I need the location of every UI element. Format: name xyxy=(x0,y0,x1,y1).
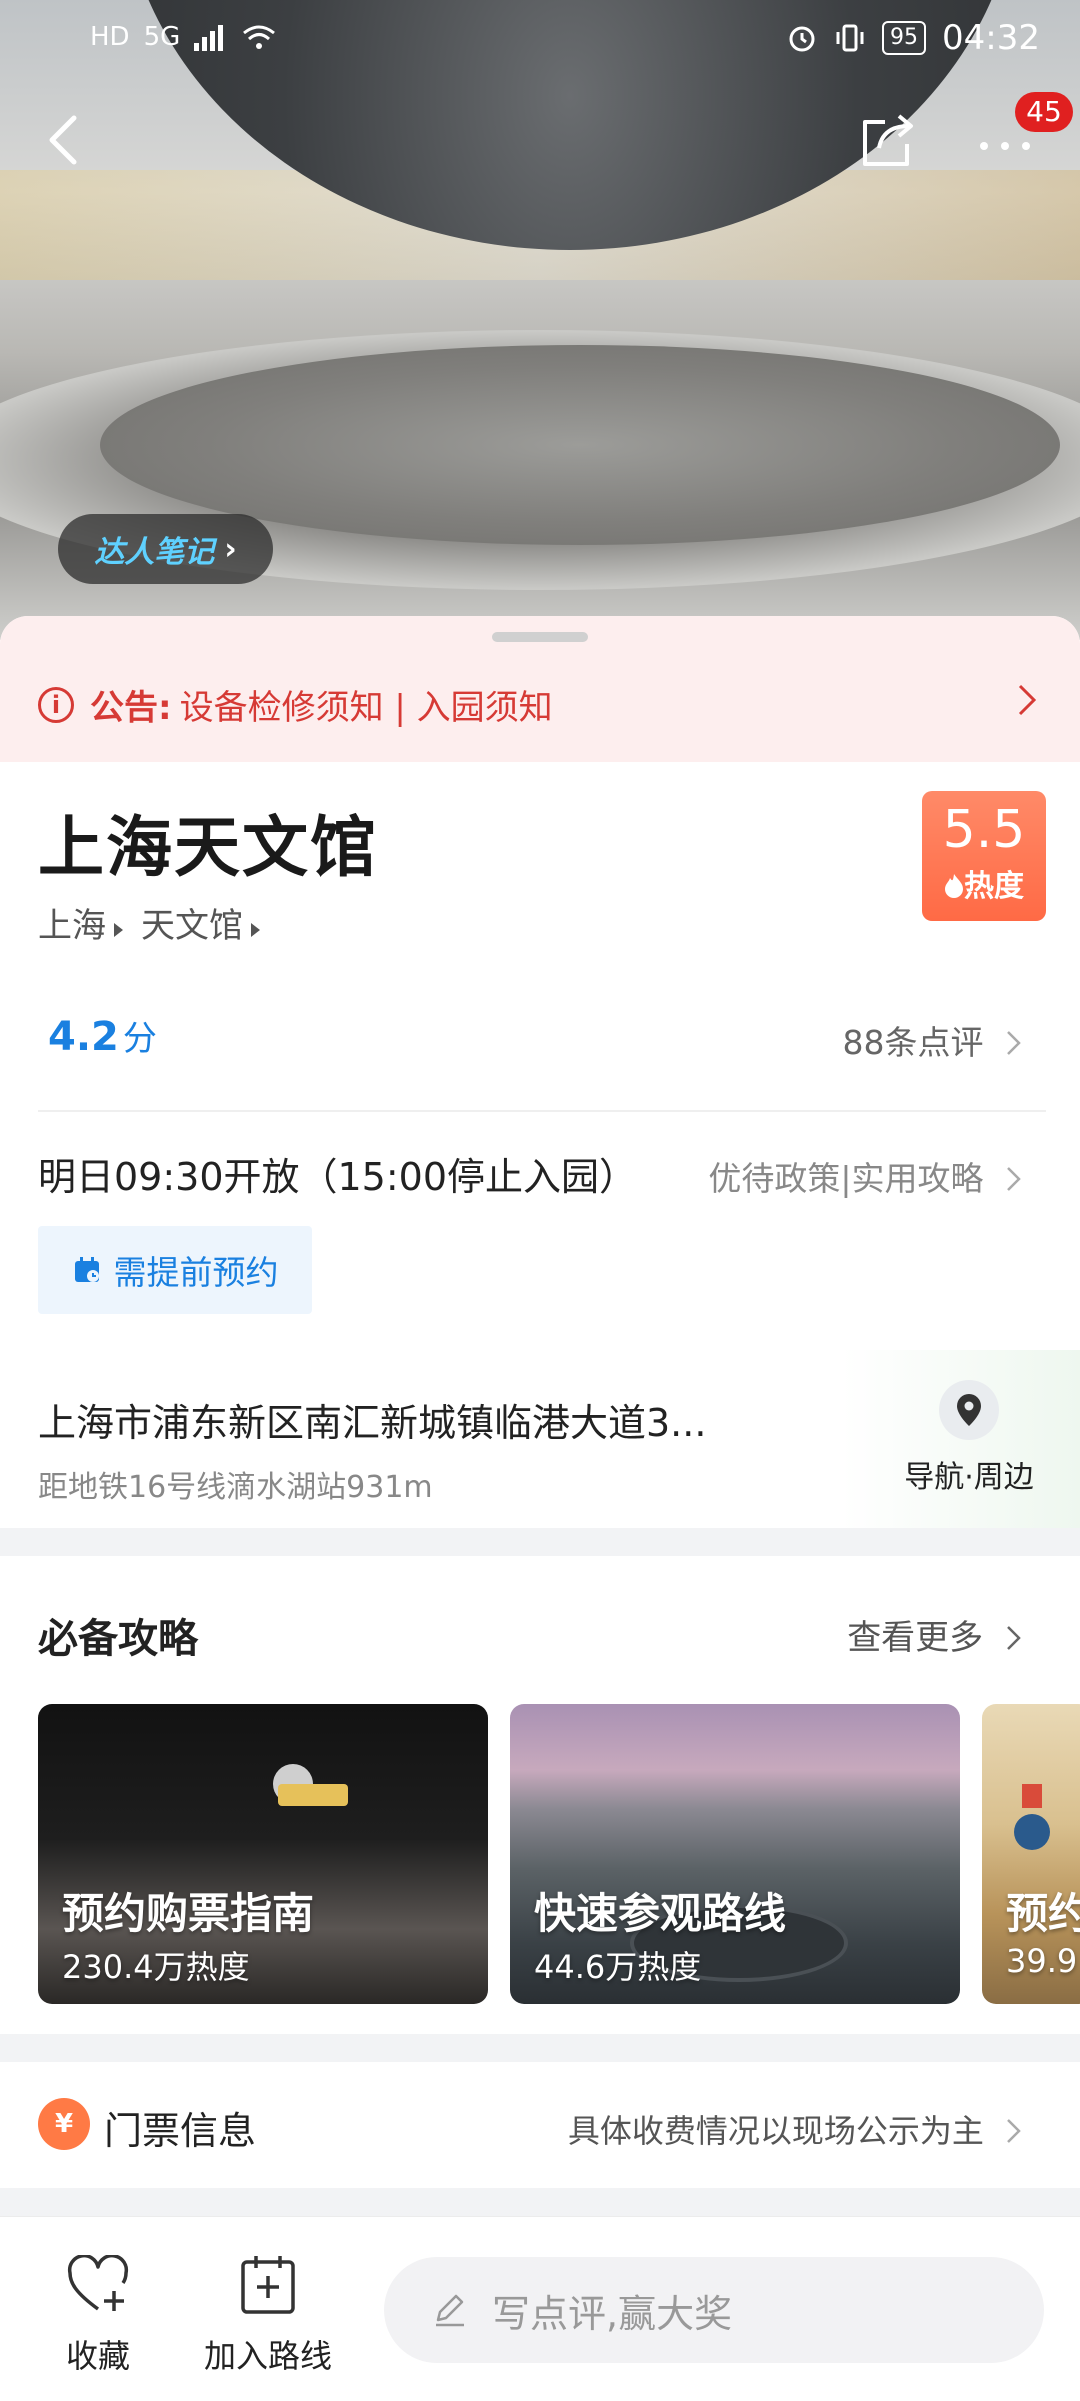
notice-label: 公告: xyxy=(90,688,172,728)
vibrate-icon xyxy=(836,24,864,52)
rating-score[interactable]: 4.2 分 xyxy=(48,1011,157,1060)
status-time: 04:32 xyxy=(942,18,1040,58)
caret-right-icon xyxy=(114,923,123,937)
bottom-action-bar: 收藏 加入路线 写点评,赢大奖 xyxy=(0,2216,1080,2401)
address-text: 上海市浦东新区南汇新城镇临港大道3... xyxy=(38,1401,707,1445)
info-icon: i xyxy=(38,686,74,723)
battery-indicator: 95 xyxy=(882,21,927,55)
guide-card[interactable]: 快速参观路线 44.6万热度 xyxy=(510,1704,960,2004)
status-right: 95 04:32 xyxy=(786,18,1040,58)
chevron-right-icon xyxy=(1007,1167,1021,1191)
share-icon xyxy=(863,114,913,166)
ticket-icon: ¥ xyxy=(38,2098,90,2150)
network-indicator: 5G xyxy=(143,22,181,52)
guides-more-link[interactable]: 查看更多 xyxy=(847,1610,1024,1659)
breadcrumb-category[interactable]: 天文馆 xyxy=(141,898,260,947)
guide-card-title: 预约购票指南 xyxy=(62,1889,315,1938)
card-decoration xyxy=(278,1784,348,1806)
back-button[interactable] xyxy=(44,110,94,180)
chevron-left-icon xyxy=(49,115,77,165)
guide-card[interactable]: 预约 39.9 xyxy=(982,1704,1080,2004)
chevron-right-icon: › xyxy=(224,531,237,567)
reservation-label: 需提前预约 xyxy=(113,1253,279,1292)
caret-right-icon xyxy=(251,923,260,937)
share-button[interactable] xyxy=(855,108,925,178)
reservation-button[interactable]: 需提前预约 xyxy=(38,1226,312,1314)
detail-sheet: i 公告: 设备检修须知 | 入园须知 上海天文馆 上海 天文馆 5.5 热度 … xyxy=(0,616,1080,2400)
signal-icon xyxy=(194,25,224,51)
ticket-note: 具体收费情况以现场公示为主 xyxy=(568,2106,1024,2152)
hd-indicator: HD xyxy=(90,22,130,52)
status-bar: HD 5G 95 04:32 xyxy=(0,0,1080,80)
ticket-info-row[interactable]: ¥ 门票信息 具体收费情况以现场公示为主 xyxy=(0,2058,1080,2188)
guide-card-heat: 230.4万热度 xyxy=(62,1948,250,1986)
heart-add-icon xyxy=(67,2255,129,2311)
chevron-right-icon xyxy=(1016,682,1040,727)
expert-notes-label: 达人笔记 xyxy=(94,535,215,570)
ticket-title: 门票信息 xyxy=(104,2109,257,2153)
expert-notes-button[interactable]: 达人笔记 › xyxy=(58,514,273,584)
chevron-right-icon xyxy=(1007,2119,1021,2143)
notice-text: 设备检修须知 | 入园须知 xyxy=(179,688,553,728)
address-block[interactable]: 上海市浦东新区南汇新城镇临港大道3... 距地铁16号线滴水湖站931m 导航·… xyxy=(0,1350,1080,1528)
notice-content: i 公告: 设备检修须知 | 入园须知 xyxy=(38,680,553,729)
pencil-icon xyxy=(436,2294,464,2327)
wifi-icon xyxy=(243,25,276,49)
reviews-link[interactable]: 88条点评 xyxy=(843,1016,1025,1064)
heat-label: 热度 xyxy=(922,861,1046,905)
guide-card-heat: 44.6万热度 xyxy=(534,1948,702,1986)
alarm-icon xyxy=(789,26,815,52)
policy-link[interactable]: 优待政策|实用攻略 xyxy=(708,1152,1024,1200)
divider xyxy=(38,1110,1046,1112)
comment-placeholder: 写点评,赢大奖 xyxy=(492,2291,733,2336)
favorite-label: 收藏 xyxy=(65,2337,130,2375)
guide-card-title: 预约 xyxy=(1006,1889,1080,1938)
card-decoration xyxy=(1022,1784,1042,1808)
guide-card[interactable]: 预约购票指南 230.4万热度 xyxy=(38,1704,488,2004)
navigation-label: 导航·周边 xyxy=(904,1460,1034,1495)
section-gap xyxy=(0,2188,1080,2216)
opening-hours: 明日09:30开放（15:00停止入园） xyxy=(38,1155,638,1199)
heat-value: 5.5 xyxy=(942,800,1026,860)
guide-card-title: 快速参观路线 xyxy=(534,1889,787,1938)
heat-badge[interactable]: 5.5 热度 xyxy=(922,791,1046,921)
flame-icon xyxy=(945,874,963,898)
status-left: HD 5G xyxy=(90,22,276,52)
sheet-handle[interactable] xyxy=(492,632,588,642)
guides-title: 必备攻略 xyxy=(38,1616,198,1662)
page-title: 上海天文馆 xyxy=(38,809,378,886)
map-pin-icon xyxy=(939,1380,999,1440)
calendar-add-icon xyxy=(241,2256,295,2314)
notice-bar[interactable]: i 公告: 设备检修须知 | 入园须知 xyxy=(0,616,1080,762)
calendar-icon xyxy=(74,1257,99,1282)
navigation-button[interactable]: 导航·周边 xyxy=(894,1380,1044,1496)
notification-badge: 45 xyxy=(1015,92,1073,132)
guide-cards: 预约购票指南 230.4万热度 快速参观路线 44.6万热度 预约 39.9 xyxy=(38,1704,1080,2004)
add-route-button[interactable]: 加入路线 xyxy=(198,2253,338,2377)
guide-card-heat: 39.9 xyxy=(1006,1942,1078,1980)
card-decoration xyxy=(1014,1814,1050,1850)
add-route-label: 加入路线 xyxy=(203,2337,332,2375)
comment-input[interactable]: 写点评,赢大奖 xyxy=(384,2257,1044,2363)
chevron-right-icon xyxy=(1007,1626,1021,1650)
chevron-right-icon xyxy=(1007,1031,1021,1055)
breadcrumb: 上海 天文馆 xyxy=(38,898,260,947)
favorite-button[interactable]: 收藏 xyxy=(58,2253,138,2377)
section-gap xyxy=(0,1528,1080,1556)
hero-image[interactable]: HD 5G 95 04:32 45 达人笔记 › xyxy=(0,0,1080,640)
address-subway: 距地铁16号线滴水湖站931m xyxy=(38,1470,433,1505)
breadcrumb-city[interactable]: 上海 xyxy=(38,898,123,947)
